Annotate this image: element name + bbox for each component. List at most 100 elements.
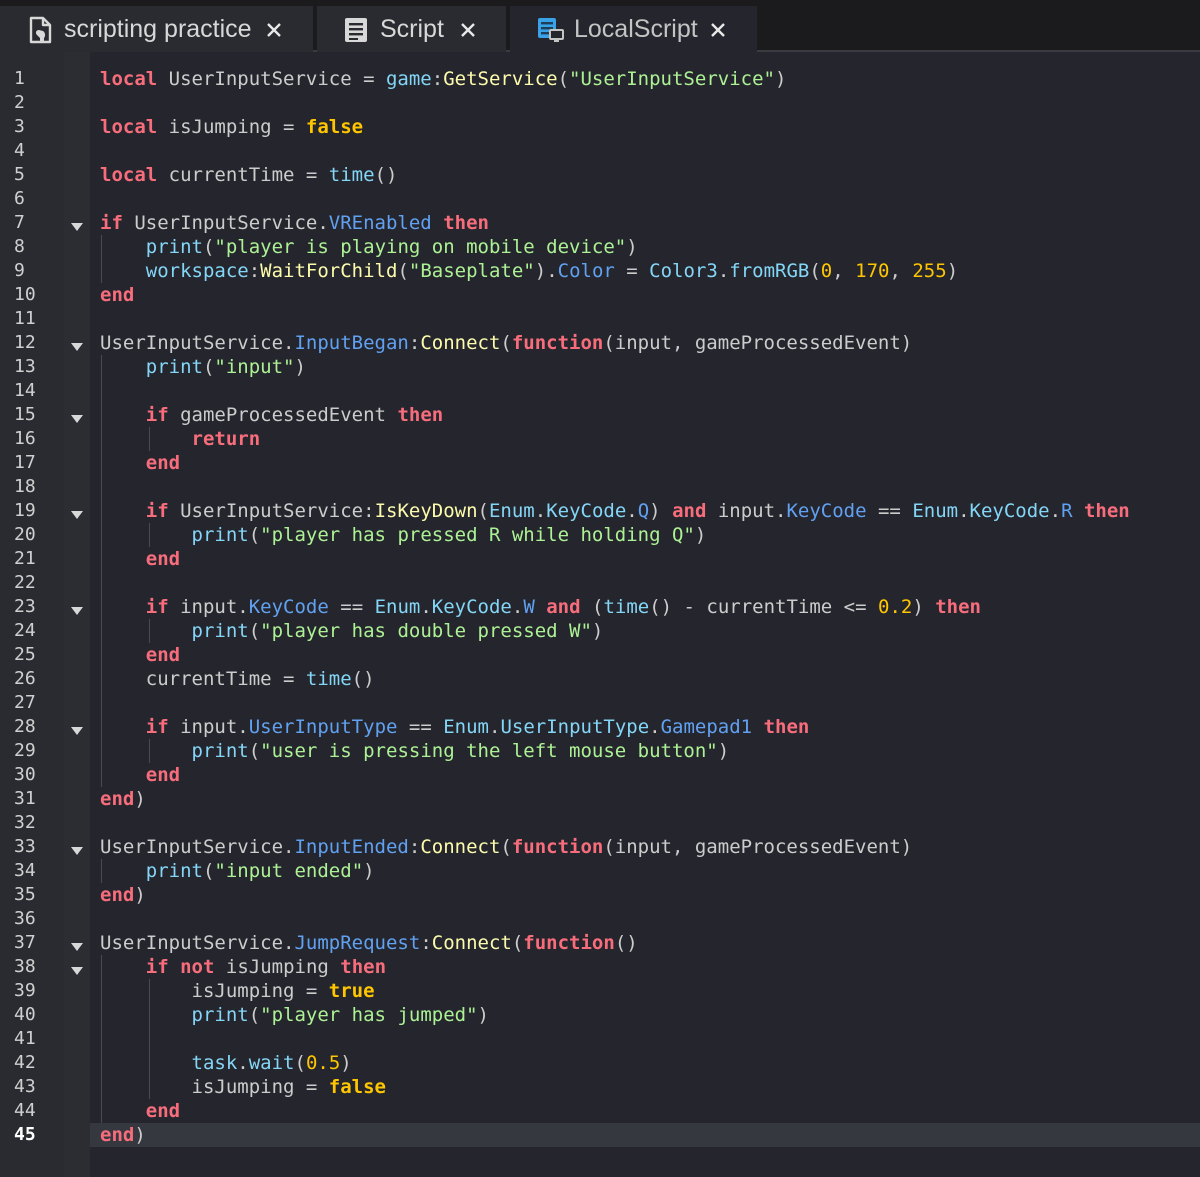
code-token: ) (134, 884, 146, 906)
fold-toggle-icon[interactable] (70, 723, 84, 735)
code-token: 0.5 (305, 1052, 341, 1074)
code-token: if (145, 716, 169, 738)
code-line[interactable]: if not isJumping then (100, 955, 386, 979)
code-line[interactable]: local isJumping = false (100, 115, 363, 139)
code-token: Enum (488, 500, 535, 522)
fold-toggle-icon[interactable] (70, 339, 84, 351)
code-line[interactable]: print("player has double pressed W") (100, 619, 604, 643)
line-number: 23 (14, 596, 36, 617)
code-line[interactable]: end (100, 1099, 180, 1123)
line-number: 22 (14, 572, 36, 593)
code-line[interactable]: end) (100, 787, 146, 811)
code-token: KeyCode (431, 596, 512, 618)
code-line[interactable]: UserInputService.JumpRequest:Connect(fun… (100, 931, 638, 955)
code-token: Q (637, 500, 650, 522)
code-token: ( (500, 332, 512, 354)
line-number: 11 (14, 308, 36, 329)
code-token: time (305, 668, 352, 690)
code-token: input. (168, 596, 249, 618)
code-line[interactable]: if gameProcessedEvent then (100, 403, 443, 427)
fold-toggle-icon[interactable] (70, 507, 84, 519)
code-token: KeyCode (248, 596, 329, 618)
line-number: 3 (14, 116, 25, 137)
code-token: ( (511, 932, 524, 954)
code-line[interactable]: return (100, 427, 261, 451)
code-line[interactable]: isJumping = true (100, 979, 375, 1003)
tab-script[interactable]: Script (317, 6, 506, 52)
code-token: UserInputService. (100, 836, 295, 858)
code-line[interactable]: end (100, 763, 180, 787)
code-token: . (420, 596, 432, 618)
code-line[interactable]: end) (100, 883, 146, 907)
fold-toggle-icon[interactable] (70, 963, 84, 975)
code-line[interactable]: print("player is playing on mobile devic… (100, 235, 638, 259)
close-icon[interactable] (264, 18, 284, 38)
code-line[interactable]: local UserInputService = game:GetService… (100, 67, 786, 91)
code-line[interactable]: print("input ended") (100, 859, 375, 883)
fold-toggle-icon[interactable] (70, 219, 84, 231)
code-token: ( (248, 740, 261, 762)
fold-toggle-icon[interactable] (70, 411, 84, 423)
tab-scripting-practice[interactable]: scripting practice (0, 6, 313, 52)
code-token: : (408, 836, 421, 858)
code-token: fromRGB (729, 260, 810, 282)
code-line[interactable]: end (100, 451, 180, 475)
code-token: : (431, 68, 444, 90)
code-token: (input, gameProcessedEvent) (603, 332, 913, 354)
code-line[interactable]: local currentTime = time() (100, 163, 397, 187)
code-line[interactable]: currentTime = time() (100, 667, 375, 691)
code-token: if (145, 404, 169, 426)
code-line[interactable]: UserInputService.InputBegan:Connect(func… (100, 331, 912, 355)
close-icon[interactable] (708, 18, 728, 38)
code-token: . (237, 1052, 249, 1074)
fold-toggle-icon[interactable] (70, 603, 84, 615)
tab-localscript[interactable]: LocalScript (510, 6, 757, 52)
script-document-icon (28, 16, 54, 44)
code-token: then (935, 596, 981, 618)
code-line[interactable]: isJumping = false (100, 1075, 386, 1099)
code-editor[interactable]: 1 2 3 4 5 6 7 8 9 10 11 12 13 14 15 16 17 18 19 20 21 22 23 24 2… (0, 52, 1200, 1177)
code-token: UserInputService. (122, 212, 329, 234)
code-line[interactable]: end (100, 283, 134, 307)
line-number: 12 (14, 332, 36, 353)
code-token: function (511, 836, 604, 858)
code-token: KeyCode (969, 500, 1050, 522)
line-number: 21 (14, 548, 36, 569)
code-line[interactable]: end (100, 547, 180, 571)
line-number: 45 (14, 1124, 36, 1145)
line-number: 26 (14, 668, 36, 689)
line-number: 18 (14, 476, 36, 497)
code-line[interactable]: print("player has pressed R while holdin… (100, 523, 707, 547)
code-line[interactable]: print("player has jumped") (100, 1003, 489, 1027)
code-token: local (100, 68, 158, 90)
code-line[interactable]: end) (100, 1123, 146, 1147)
code-token: if (100, 212, 123, 234)
code-line[interactable]: print("user is pressing the left mouse b… (100, 739, 730, 763)
code-line[interactable]: if input.UserInputType == Enum.UserInput… (100, 715, 810, 739)
code-line[interactable]: end (100, 643, 180, 667)
close-icon[interactable] (458, 18, 478, 38)
line-number: 37 (14, 932, 36, 953)
code-token: GetService (443, 68, 558, 90)
code-token: "player has double pressed W" (260, 620, 592, 642)
code-line[interactable]: if UserInputService:IsKeyDown(Enum.KeyCo… (100, 499, 1130, 523)
code-line[interactable]: if UserInputService.VREnabled then (100, 211, 489, 235)
code-token: return (191, 428, 261, 450)
code-line[interactable]: task.wait(0.5) (100, 1051, 352, 1075)
code-line[interactable]: if input.KeyCode == Enum.KeyCode.W and (… (100, 595, 981, 619)
line-number: 34 (14, 860, 36, 881)
fold-toggle-icon[interactable] (70, 843, 84, 855)
code-token: UserInputType (248, 716, 398, 738)
code-token: WaitForChild (260, 260, 398, 282)
code-token: if (145, 596, 169, 618)
code-line[interactable]: print("input") (100, 355, 306, 379)
code-line[interactable]: workspace:WaitForChild("Baseplate").Colo… (100, 259, 958, 283)
code-line[interactable]: UserInputService.InputEnded:Connect(func… (100, 835, 912, 859)
code-token: 0 (820, 260, 833, 282)
fold-toggle-icon[interactable] (70, 939, 84, 951)
code-token: . (717, 260, 730, 282)
